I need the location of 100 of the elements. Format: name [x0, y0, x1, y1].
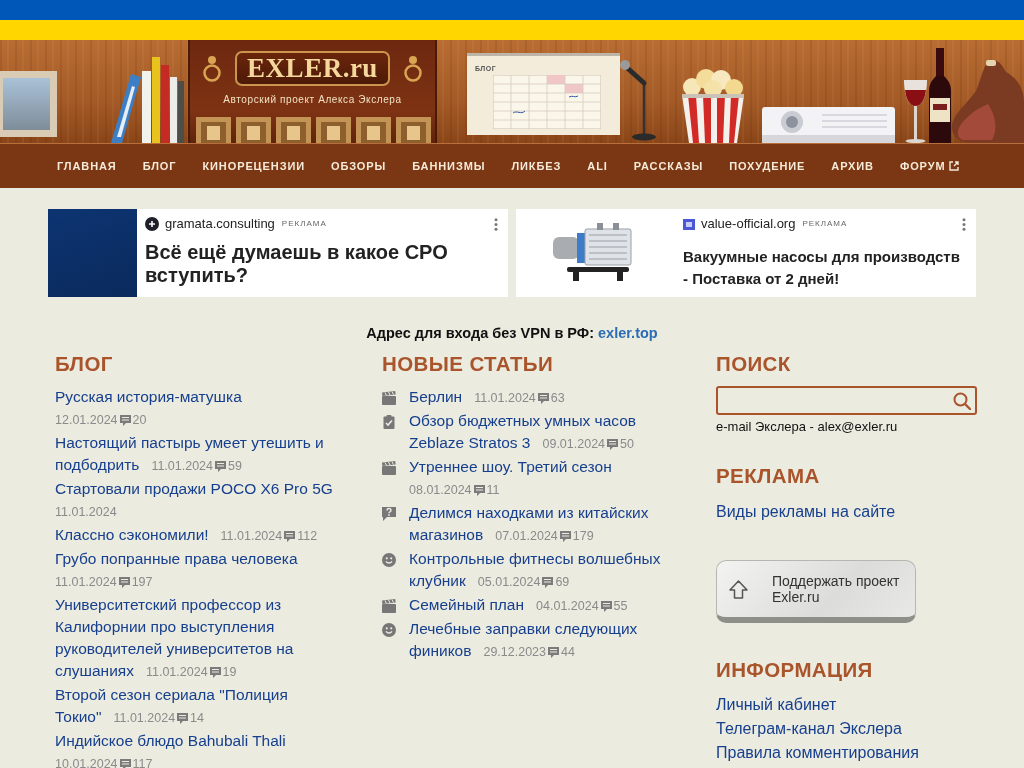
wine-glass-icon	[903, 80, 928, 143]
comment-count: 63	[550, 390, 565, 407]
comment-count: 179	[572, 528, 594, 545]
ad-domain: gramata.consulting	[165, 216, 275, 232]
post-date: 11.01.2024	[145, 664, 208, 681]
article-link[interactable]: Индийское блюдо Bahubali Thali 10.01.2024 117	[55, 730, 345, 768]
square-logo-icon	[683, 218, 695, 230]
comment-icon	[177, 713, 189, 724]
ring-icon	[203, 55, 222, 82]
article-link[interactable]: Утреннее шоу. Третий сезон 08.01.2024 11	[409, 456, 681, 500]
post-date: 11.01.2024	[55, 504, 117, 521]
article-link[interactable]: Русская история-матушка 12.01.2024 20	[55, 386, 345, 430]
mirror-link[interactable]: exler.top	[598, 325, 658, 341]
post-date: 11.01.2024	[113, 710, 176, 727]
comment-icon	[559, 531, 571, 542]
nav-link[interactable]: ПОХУДЕНИЕ	[729, 159, 806, 173]
nav-link[interactable]: КИНОРЕЦЕНЗИИ	[202, 159, 306, 173]
search-icon[interactable]	[953, 391, 971, 410]
article-link[interactable]: Обзор бюджетных умных часов Zeblaze Stratos 3 09.01.2024 50	[409, 410, 681, 454]
ad-card[interactable]: value-official.org РЕКЛАМА Вакуумные насосы для производств - Поставка от 2 дней!	[516, 209, 976, 297]
comment-count: 20	[132, 412, 147, 429]
ad-title[interactable]: Всё ещё думаешь в какое СРО вступить?	[145, 241, 498, 287]
comment-icon	[284, 531, 296, 542]
search-field[interactable]	[716, 386, 977, 415]
clapperboard-icon	[382, 461, 396, 475]
ad-title[interactable]: Вакуумные насосы для производств - Поставка от 2 дней!	[683, 246, 966, 290]
article-link[interactable]: Контрольные фитнесы волшебных клубник 05.01.2024 69	[409, 548, 681, 592]
comment-count: 69	[555, 574, 570, 591]
sidebar-link[interactable]: Виды рекламы на сайте	[716, 500, 896, 524]
external-link-icon	[948, 161, 959, 171]
ad-label: РЕКЛАМА	[281, 219, 327, 229]
section-title: ПОИСК	[716, 351, 791, 377]
article-link[interactable]: Настоящий пастырь умеет утешить и подбодрить 11.01.2024 59	[55, 432, 345, 476]
post-date: 05.01.2024	[477, 574, 541, 591]
post-date: 04.01.2024	[536, 598, 599, 615]
post-date: 08.01.2024	[409, 482, 472, 499]
sidebar-link[interactable]: Телеграм-канал Экслера	[716, 717, 902, 741]
post-date: 10.01.2024	[55, 756, 118, 768]
nav-link[interactable]: АРХИВ	[831, 159, 874, 173]
article-link[interactable]: Делимся находками из китайских магазинов 07.01.2024 179	[409, 502, 681, 546]
more-icon[interactable]	[962, 217, 966, 231]
article-link[interactable]: Классно сэкономили! 11.01.2024 112	[55, 524, 345, 546]
comment-icon	[215, 461, 226, 472]
comment-count: 117	[132, 756, 153, 768]
section-title: РЕКЛАМА	[716, 463, 820, 489]
nav-link[interactable]: БЛОГ	[142, 159, 177, 173]
post-date: 11.01.2024	[220, 528, 283, 545]
projector-icon	[762, 105, 895, 143]
question-bubble-icon	[382, 507, 396, 521]
nav-link[interactable]: РАССКАЗЫ	[633, 159, 704, 173]
comment-count: 11	[486, 482, 500, 499]
photo-placeholder	[3, 78, 50, 130]
popcorn-icon	[680, 67, 746, 143]
nav-link[interactable]: ГЛАВНАЯ	[57, 159, 117, 173]
ham-icon	[952, 60, 1024, 143]
article-link[interactable]: Второй сезон сериала "Полиция Токио" 11.01.2024 14	[55, 684, 345, 728]
post-date: 11.01.2024	[151, 458, 213, 475]
nav-link[interactable]: ОБЗОРЫ	[331, 159, 387, 173]
smiley-icon	[382, 623, 396, 637]
nav-link[interactable]: ЛИКБЕЗ	[511, 159, 562, 173]
clapperboard-icon	[382, 391, 396, 405]
nav-link[interactable]: ALI	[587, 159, 608, 173]
site-logo[interactable]: EXLER.ru	[235, 51, 390, 86]
comment-icon	[548, 647, 559, 658]
comment-icon	[607, 439, 619, 450]
post-date: 29.12.2023	[483, 644, 546, 661]
comment-count: 59	[228, 458, 242, 475]
ad-domain: value-official.org	[701, 216, 796, 232]
circle-logo-icon	[145, 217, 159, 231]
section-title: БЛОГ	[55, 351, 113, 377]
clapperboard-icon	[382, 599, 396, 613]
post-date: 07.01.2024	[495, 528, 558, 545]
comment-icon	[209, 667, 221, 678]
comment-icon	[118, 577, 130, 588]
article-link[interactable]: Берлин 11.01.2024 63	[409, 386, 681, 408]
comment-count: 14	[190, 710, 204, 727]
article-link[interactable]: Университетский профессор из Калифорнии про выступления руководителей университетов на слушаниях 11.01.2024 19	[55, 594, 345, 682]
comment-count: 197	[131, 574, 153, 591]
article-link[interactable]: Стартовали продажи POCO X6 Pro 5G 11.01.2024	[55, 478, 345, 522]
article-link[interactable]: Грубо попранные права человека 11.01.2024 197	[55, 548, 345, 592]
comment-icon	[600, 601, 612, 612]
nav-link[interactable]: БАННИЗМЫ	[412, 159, 486, 173]
post-date: 09.01.2024	[542, 436, 606, 453]
support-button[interactable]: Поддержать проект Exler.ru	[716, 560, 916, 623]
article-link[interactable]: Лечебные заправки следующих фиников 29.12.2023 44	[409, 618, 681, 662]
sidebar-link[interactable]: Правила комментирования	[716, 741, 919, 765]
comment-icon	[537, 393, 549, 404]
ad-card[interactable]: gramata.consulting РЕКЛАМА Всё ещё думаешь в какое СРО вступить?	[48, 209, 508, 297]
article-link[interactable]: Семейный план 04.01.2024 55	[409, 594, 681, 616]
more-icon[interactable]	[494, 217, 498, 231]
ring-icon	[403, 55, 422, 82]
site-tagline: Авторский проект Алекса Экслера	[223, 94, 402, 106]
comment-count: 112	[297, 528, 318, 545]
contact-email: e-mail Экслера - alex@exler.ru	[716, 418, 898, 435]
comment-count: 50	[620, 436, 634, 453]
sidebar-link[interactable]: Личный кабинет	[716, 693, 837, 717]
post-date: 11.01.2024	[55, 574, 117, 591]
comment-count: 55	[613, 598, 628, 615]
nav-link[interactable]: ФОРУМ	[899, 159, 959, 173]
clipboard-check-icon	[382, 415, 396, 429]
